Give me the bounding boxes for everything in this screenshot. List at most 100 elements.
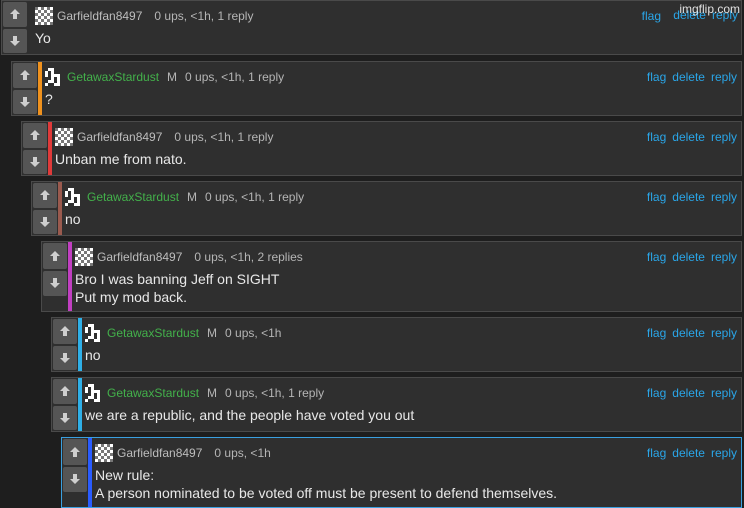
comment: Garfieldfan8497 0 ups, <1h, 1 reply flag… [1,0,742,55]
username-link[interactable]: Garfieldfan8497 [97,250,182,264]
pixel-avatar-icon[interactable] [65,188,83,206]
flag-link[interactable]: flag [647,130,666,144]
comment-line: Bro I was banning Jeff on SIGHT [75,271,280,287]
flag-link[interactable]: flag [647,190,666,204]
pixel-avatar-icon[interactable] [85,384,103,402]
username-link[interactable]: GetawaxStardust [67,70,159,84]
delete-link[interactable]: delete [672,386,705,400]
reply-link[interactable]: reply [711,190,737,204]
upvote-arrow-icon[interactable] [23,123,47,148]
comment-text: Bro I was banning Jeff on SIGHT Put my m… [75,270,733,306]
downvote-arrow-icon[interactable] [23,149,47,174]
username-link[interactable]: GetawaxStardust [87,190,179,204]
delete-link[interactable]: delete [672,250,705,264]
checker-avatar-icon[interactable] [75,248,93,266]
downvote-arrow-icon[interactable] [43,270,67,296]
pixel-avatar-icon[interactable] [85,324,103,342]
reply-link[interactable]: reply [711,386,737,400]
comment-meta: Garfieldfan8497 0 ups, <1h, 1 reply [55,128,273,146]
mod-badge: M [207,326,218,340]
comment-meta: GetawaxStardust M 0 ups, <1h, 1 reply [65,188,304,206]
upvote-arrow-icon[interactable] [43,243,67,269]
upvote-arrow-icon[interactable] [3,2,27,27]
reply-link[interactable]: reply [711,446,737,460]
comment: Garfieldfan8497 0 ups, <1h, 1 reply flag… [21,121,742,176]
pixel-avatar-icon[interactable] [45,68,63,86]
downvote-arrow-icon[interactable] [33,209,57,234]
comment-actions: flag delete reply [647,130,737,144]
flag-link[interactable]: flag [647,446,666,460]
username-link[interactable]: Garfieldfan8497 [57,9,142,23]
reply-link[interactable]: reply [711,130,737,144]
thread-color-bar [78,318,82,371]
comment-text: we are a republic, and the people have v… [85,406,733,424]
comment-meta: GetawaxStardust M 0 ups, <1h [85,324,281,342]
comment-text: no [85,346,733,364]
thread-color-bar [78,378,82,431]
downvote-arrow-icon[interactable] [53,345,77,370]
thread-color-bar [48,122,52,175]
comment-stats: 0 ups, <1h, 1 reply [174,130,274,144]
upvote-arrow-icon[interactable] [63,439,87,465]
vote-controls [3,2,27,53]
checker-avatar-icon[interactable] [35,7,53,25]
downvote-arrow-icon[interactable] [63,466,87,492]
upvote-arrow-icon[interactable] [33,183,57,208]
comment-line: New rule: [95,467,155,483]
downvote-arrow-icon[interactable] [3,28,27,53]
comment: GetawaxStardust M 0 ups, <1h, 1 reply fl… [31,181,742,236]
delete-link[interactable]: delete [672,130,705,144]
delete-link[interactable]: delete [672,446,705,460]
comment-text: Unban me from nato. [55,150,733,168]
reply-link[interactable]: reply [711,326,737,340]
comment-line: we are a republic, and the people have v… [85,407,415,423]
comment-stats: 0 ups, <1h [214,446,271,460]
flag-link[interactable]: flag [647,386,666,400]
mod-badge: M [167,70,178,84]
comment-line: ? [45,91,53,107]
comment-meta: GetawaxStardust M 0 ups, <1h, 1 reply [45,68,284,86]
comment: Garfieldfan8497 0 ups, <1h, 2 replies fl… [41,241,742,312]
comment-line: Put my mod back. [75,289,188,305]
flag-link[interactable]: flag [647,326,666,340]
reply-link[interactable]: reply [711,70,737,84]
flag-link[interactable]: flag [647,250,666,264]
vote-controls [53,319,77,370]
mod-badge: M [187,190,198,204]
username-link[interactable]: Garfieldfan8497 [117,446,202,460]
comment-line: no [65,211,81,227]
thread-color-bar [28,1,32,54]
comment-text: no [65,210,733,228]
upvote-arrow-icon[interactable] [13,63,37,88]
flag-link[interactable]: flag [647,70,666,84]
reply-link[interactable]: reply [711,250,737,264]
username-link[interactable]: Garfieldfan8497 [77,130,162,144]
delete-link[interactable]: delete [672,190,705,204]
downvote-arrow-icon[interactable] [53,405,77,430]
comment-actions: flag delete reply [647,446,737,460]
comment-actions: flag delete reply [647,386,737,400]
vote-controls [53,379,77,430]
thread-color-bar [88,438,92,507]
comment-line: Yo [35,30,51,46]
thread-color-bar [38,62,42,115]
checker-avatar-icon[interactable] [95,444,113,462]
checker-avatar-icon[interactable] [55,128,73,146]
vote-controls [23,123,47,174]
delete-link[interactable]: delete [672,70,705,84]
username-link[interactable]: GetawaxStardust [107,326,199,340]
delete-link[interactable]: delete [672,326,705,340]
flag-link[interactable]: flag [642,9,661,23]
downvote-arrow-icon[interactable] [13,89,37,114]
upvote-arrow-icon[interactable] [53,319,77,344]
comment-text: ? [45,90,733,108]
comment: GetawaxStardust M 0 ups, <1h, 1 reply fl… [51,377,742,432]
comment-text: Yo [35,29,733,47]
upvote-arrow-icon[interactable] [53,379,77,404]
comment-stats: 0 ups, <1h, 1 reply [154,9,254,23]
comment-meta: GetawaxStardust M 0 ups, <1h, 1 reply [85,384,324,402]
comment-stats: 0 ups, <1h, 1 reply [225,386,325,400]
comment-meta: Garfieldfan8497 0 ups, <1h, 1 reply [35,7,253,25]
username-link[interactable]: GetawaxStardust [107,386,199,400]
vote-controls [43,243,67,296]
